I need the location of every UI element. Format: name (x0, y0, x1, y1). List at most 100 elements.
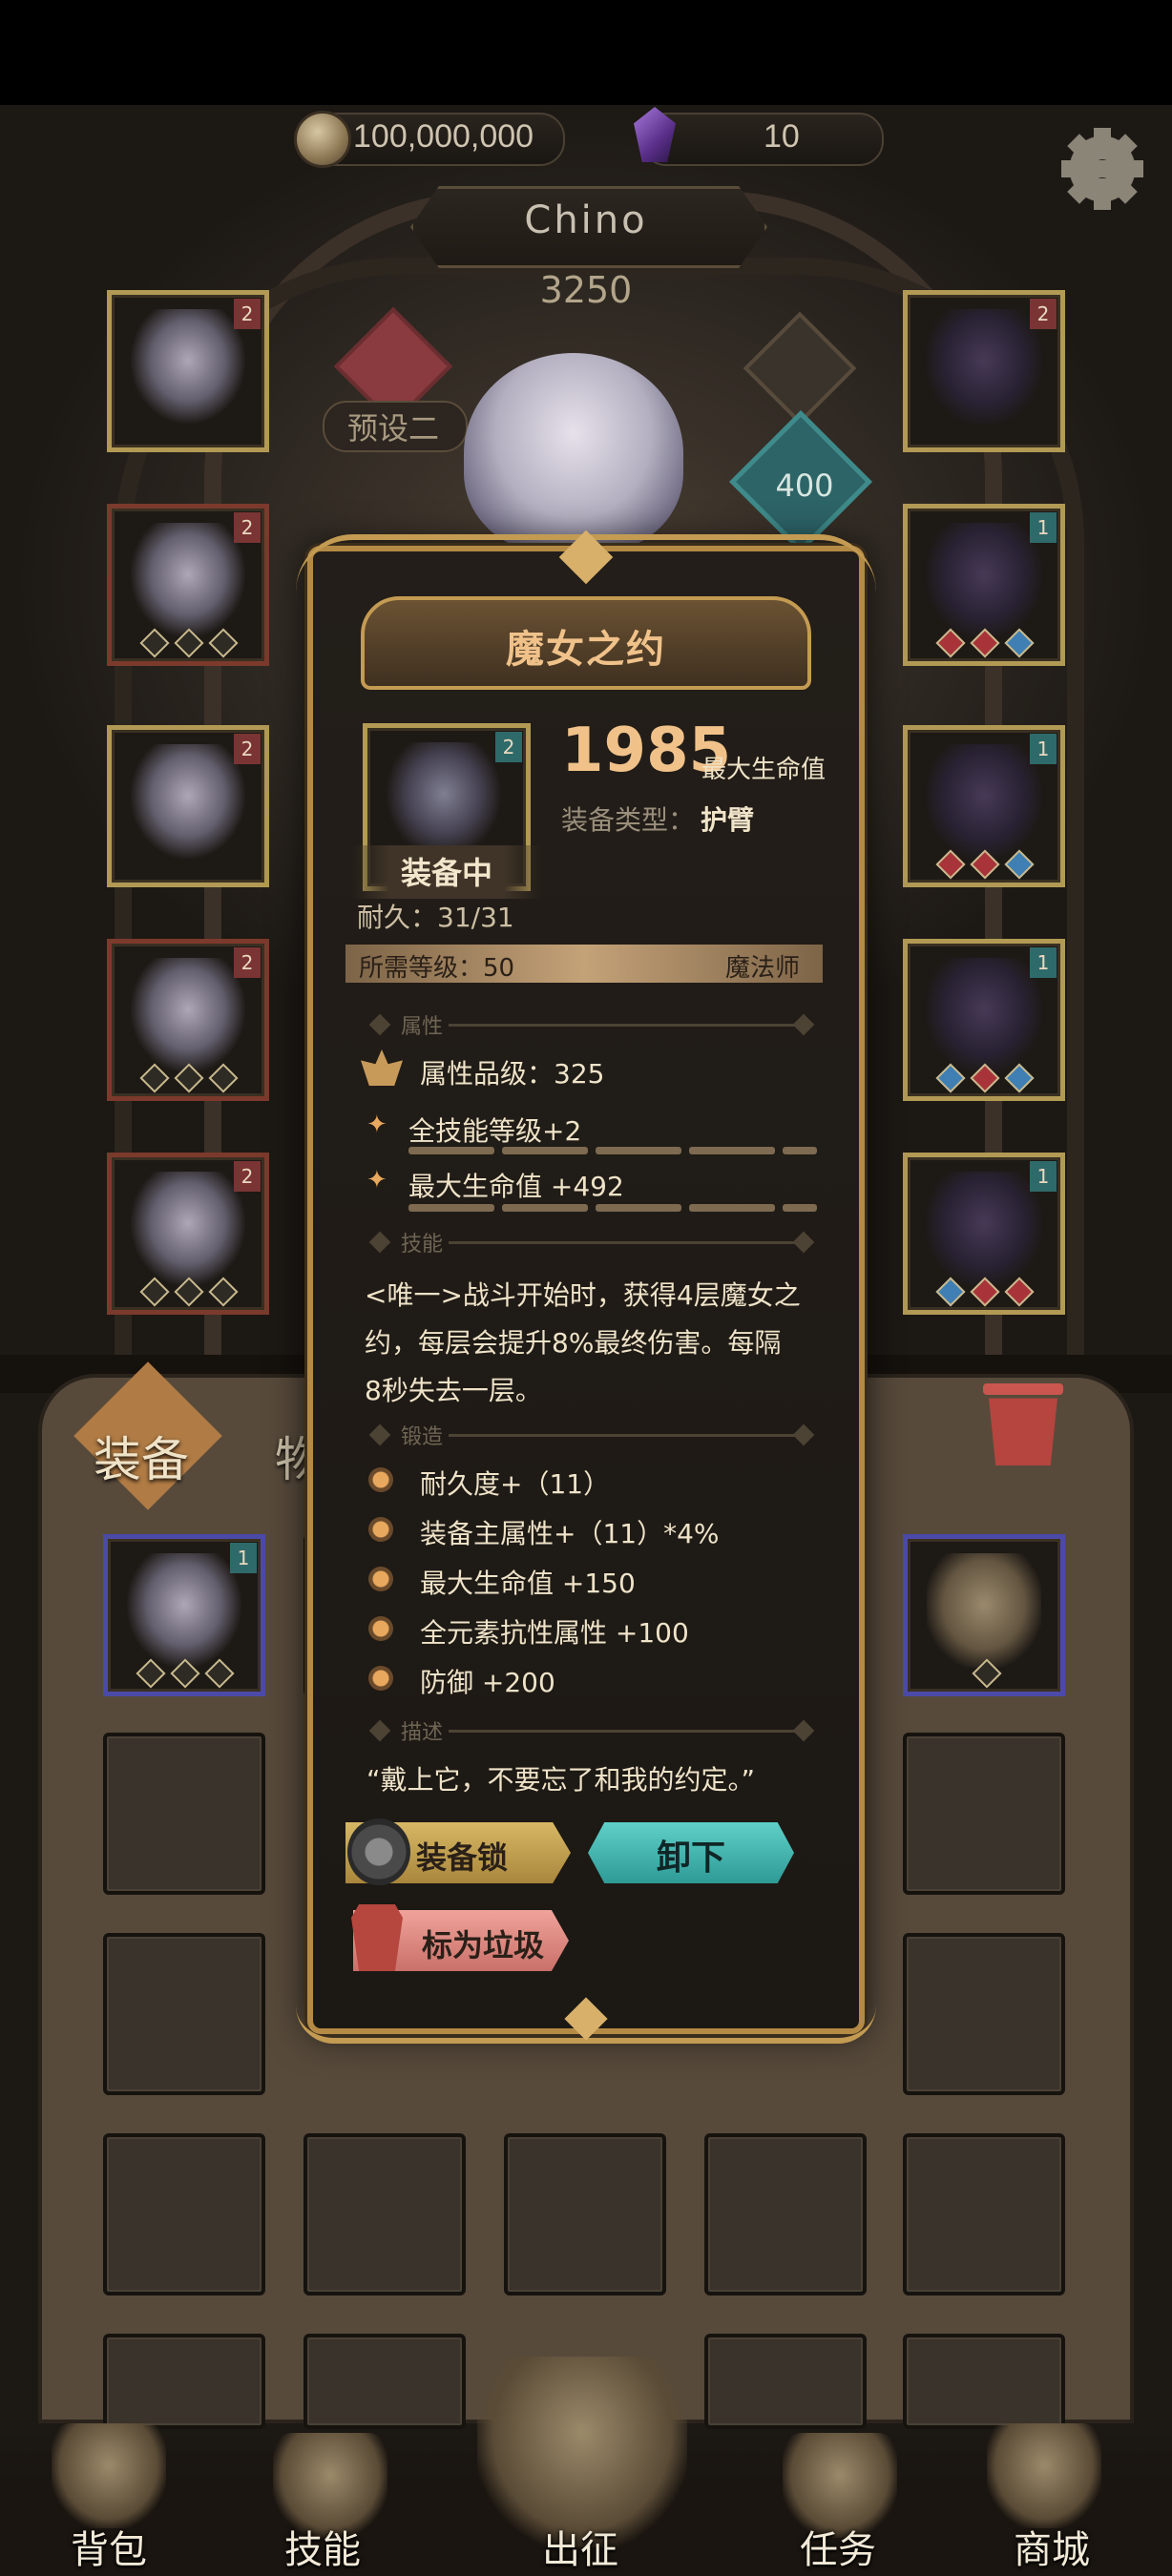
section-line (449, 1730, 802, 1733)
nav-shop[interactable]: 商城 (1014, 2519, 1090, 2574)
bag-slot[interactable] (103, 1733, 265, 1895)
equip-slot-left-1[interactable]: 2 (107, 290, 269, 452)
forge-line-5: 防御 +200 (420, 1667, 555, 1698)
section-line (449, 1241, 802, 1244)
bag-slot[interactable] (903, 1733, 1065, 1895)
equip-slot-left-3[interactable]: 2 (107, 725, 269, 887)
rank-value: 400 (775, 467, 834, 504)
bag-slot[interactable] (704, 2133, 867, 2296)
item-description: “戴上它，不要忘了和我的约定。” (366, 1764, 756, 1796)
gem-amount: 10 (764, 118, 800, 155)
equip-type-value: 护臂 (701, 804, 755, 836)
nav-backpack[interactable]: 背包 (71, 2519, 147, 2574)
slot-level-tag: 2 (234, 1161, 261, 1192)
equip-type-label: 装备类型： (561, 804, 696, 836)
bag-slot[interactable] (903, 2133, 1065, 2296)
equip-slot-right-1[interactable]: 2 (903, 290, 1065, 452)
character-power: 3250 (539, 269, 633, 311)
bag-slot[interactable] (303, 2133, 466, 2296)
section-line (449, 1024, 802, 1027)
bag-slot[interactable] (903, 2334, 1065, 2429)
slot-level-tag: 1 (1030, 947, 1057, 978)
equip-slot-right-5[interactable]: 1 (903, 1153, 1065, 1315)
mark-junk-button-label: 标为垃圾 (422, 1927, 545, 1963)
skill-text-line-2: 约，每层会提升8%最终伤害。每隔 (365, 1327, 782, 1359)
character-portrait (464, 353, 683, 553)
equip-slot-left-5[interactable]: 2 (107, 1153, 269, 1315)
forge-bullet-icon (368, 1517, 393, 1542)
forge-bullet-icon (368, 1467, 393, 1492)
nav-skills[interactable]: 技能 (284, 2519, 361, 2574)
slot-level-tag: 1 (1030, 512, 1057, 543)
forge-bullet-icon (368, 1567, 393, 1591)
bag-slot[interactable] (504, 2133, 666, 2296)
attribute-bar-segment (783, 1147, 817, 1154)
bag-slot[interactable] (103, 2133, 265, 2296)
nav-quests[interactable]: 任务 (800, 2519, 876, 2574)
preset-label: 预设二 (346, 410, 439, 447)
attribute-bar-segment (502, 1204, 588, 1212)
unequip-button-label: 卸下 (656, 1839, 725, 1878)
padlock-icon (347, 1818, 410, 1885)
junk-lantern-icon (351, 1904, 403, 1971)
settings-gear-icon[interactable] (1061, 128, 1143, 210)
bag-item-5[interactable] (903, 1534, 1065, 1696)
section-line (449, 1434, 802, 1437)
gold-amount: 100,000,000 (353, 118, 534, 155)
attribute-bar-segment (502, 1147, 588, 1154)
backpack-icon (52, 2423, 166, 2528)
forge-line-4: 全元素抗性属性 +100 (420, 1617, 689, 1649)
durability-text: 耐久：31/31 (357, 902, 514, 933)
slot-level-tag: 1 (230, 1543, 257, 1573)
slot-level-tag: 2 (234, 299, 261, 329)
bag-slot[interactable] (303, 2334, 466, 2429)
bag-slot[interactable] (903, 1933, 1065, 2095)
bag-slot[interactable] (103, 1933, 265, 2095)
bag-slot[interactable] (704, 2334, 867, 2429)
attribute-bar-segment (783, 1204, 817, 1212)
equipped-label: 装备中 (400, 855, 492, 891)
forge-bullet-icon (368, 1666, 393, 1691)
shop-crown-icon (987, 2423, 1101, 2528)
forge-line-3: 最大生命值 +150 (420, 1568, 636, 1599)
required-level: 所需等级：50 (359, 954, 515, 983)
required-class: 魔法师 (725, 954, 801, 983)
section-forge-heading: 锻造 (401, 1425, 444, 1449)
attribute-star-icon: ✦ (366, 1111, 387, 1139)
attribute-bar-segment (689, 1204, 775, 1212)
bag-slot[interactable] (103, 2334, 265, 2429)
forge-line-1: 耐久度+（11） (420, 1468, 611, 1500)
item-level-tag: 2 (495, 732, 522, 762)
character-name: Chino (524, 198, 648, 242)
section-attributes-heading: 属性 (401, 1015, 444, 1039)
gem-pill (641, 113, 884, 166)
tab-equipment[interactable]: 装备 (94, 1422, 189, 1490)
slot-level-tag: 2 (234, 734, 261, 764)
forge-line-2: 装备主属性+（11）*4% (420, 1518, 720, 1549)
attribute-bar-segment (408, 1204, 494, 1212)
slot-level-tag: 2 (1030, 299, 1057, 329)
slot-level-tag: 2 (234, 512, 261, 543)
bag-item-1[interactable]: 1 (103, 1534, 265, 1696)
slot-level-tag: 1 (1030, 1161, 1057, 1192)
equip-slot-right-3[interactable]: 1 (903, 725, 1065, 887)
skill-text-line-1: <唯一>战斗开始时，获得4层魔女之 (365, 1279, 801, 1311)
attribute-bar-segment (596, 1147, 681, 1154)
trash-can-icon[interactable] (989, 1398, 1057, 1465)
attribute-bar-segment (596, 1204, 681, 1212)
equip-slot-right-4[interactable]: 1 (903, 939, 1065, 1101)
slot-level-tag: 1 (1030, 734, 1057, 764)
attribute-bar-segment (408, 1147, 494, 1154)
trash-lid (983, 1383, 1063, 1395)
attribute-line-2: 最大生命值 +492 (408, 1171, 624, 1202)
equip-slot-right-2[interactable]: 1 (903, 504, 1065, 666)
attribute-line-1: 全技能等级+2 (408, 1115, 582, 1147)
slot-level-tag: 2 (234, 947, 261, 978)
attribute-star-icon: ✦ (366, 1166, 387, 1195)
equip-slot-left-2[interactable]: 2 (107, 504, 269, 666)
section-skill-heading: 技能 (401, 1233, 444, 1257)
gold-coin-icon (294, 111, 351, 168)
lock-button-label: 装备锁 (416, 1839, 509, 1876)
equip-slot-left-4[interactable]: 2 (107, 939, 269, 1101)
nav-expedition[interactable]: 出征 (542, 2519, 618, 2574)
